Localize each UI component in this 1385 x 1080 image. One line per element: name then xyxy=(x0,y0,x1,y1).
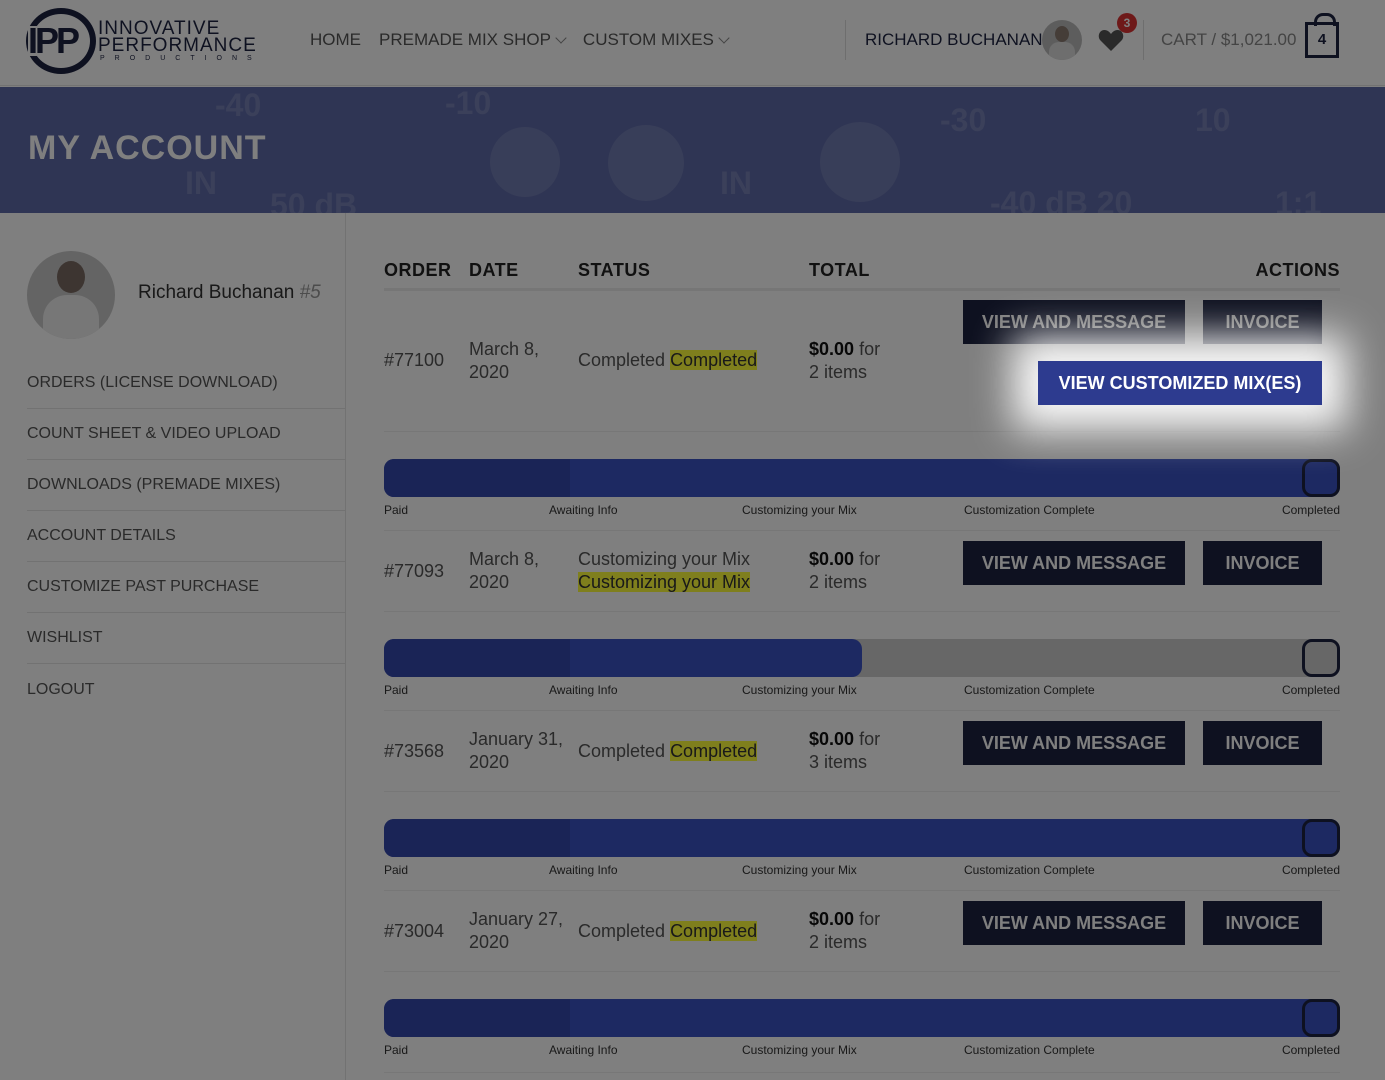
order-date: March 8, 2020 xyxy=(469,339,540,382)
invoice-button[interactable]: INVOICE xyxy=(1203,901,1322,945)
orders-table-header: ORDER DATE STATUS TOTAL ACTIONS xyxy=(384,258,1340,291)
order-number[interactable]: #73004 xyxy=(384,920,444,943)
row-divider xyxy=(384,431,1340,432)
invoice-button[interactable]: INVOICE xyxy=(1203,721,1322,765)
cart-link[interactable]: CART / $1,021.00 xyxy=(1161,30,1296,50)
progress-end-marker xyxy=(1302,639,1340,677)
view-and-message-button[interactable]: VIEW AND MESSAGE xyxy=(963,721,1185,765)
progress-end-marker xyxy=(1302,459,1340,497)
order-date: March 8, 2020 xyxy=(469,549,540,592)
table-row: #77093 March 8, 2020 Customizing your Mix… xyxy=(384,531,1340,611)
account-menu: ORDERS (LICENSE DOWNLOAD) COUNT SHEET & … xyxy=(27,358,345,715)
sidebar-item-logout[interactable]: LOGOUT xyxy=(27,664,345,715)
logo-line-2: PERFORMANCE xyxy=(98,35,257,56)
order-total: $0.00 for 2 items xyxy=(809,909,881,952)
page-title: MY ACCOUNT xyxy=(28,129,267,167)
sidebar-item-orders[interactable]: ORDERS (LICENSE DOWNLOAD) xyxy=(27,358,345,409)
page-hero: -40 -10 -30 10 IN IN -40 dB 20 1:1 50 dB… xyxy=(0,87,1385,213)
col-order: ORDER xyxy=(384,260,452,280)
avatar[interactable] xyxy=(1042,20,1082,60)
order-status: Customizing your Mix Customizing your Mix xyxy=(578,549,751,592)
order-number[interactable]: #73568 xyxy=(384,740,444,763)
wishlist-count-badge: 3 xyxy=(1117,13,1137,33)
site-logo[interactable]: IPP INNOVATIVE PERFORMANCE PRODUCTIONS xyxy=(26,8,276,74)
order-progress-bar xyxy=(384,999,1340,1037)
sidebar-item-customize-past[interactable]: CUSTOMIZE PAST PURCHASE xyxy=(27,562,345,613)
sidebar-item-account-details[interactable]: ACCOUNT DETAILS xyxy=(27,511,345,562)
account-link[interactable]: RICHARD BUCHANAN xyxy=(865,30,1043,50)
table-row: #73568 January 31, 2020 Completed Complet… xyxy=(384,711,1340,791)
order-number[interactable]: #77100 xyxy=(384,349,444,372)
col-date: DATE xyxy=(469,260,519,280)
wishlist-heart-icon[interactable] xyxy=(1098,28,1124,52)
row-divider xyxy=(384,611,1340,612)
logo-mark: IPP xyxy=(26,8,96,74)
sidebar-item-wishlist[interactable]: WISHLIST xyxy=(27,613,345,664)
view-and-message-button[interactable]: VIEW AND MESSAGE xyxy=(963,901,1185,945)
nav-custom-mixes[interactable]: CUSTOM MIXES xyxy=(583,30,730,50)
status-badge: Completed xyxy=(670,741,758,761)
progress-stages: Paid Awaiting Info Customizing your Mix … xyxy=(384,863,1340,877)
main-nav: HOME PREMADE MIX SHOP CUSTOM MIXES xyxy=(310,30,746,50)
order-total: $0.00 for 2 items xyxy=(809,339,881,382)
hero-knob-decoration xyxy=(608,125,684,201)
invoice-button[interactable]: INVOICE xyxy=(1203,541,1322,585)
account-name: Richard Buchanan #5 xyxy=(138,282,321,303)
status-badge: Customizing your Mix xyxy=(578,572,751,592)
order-number[interactable]: #77093 xyxy=(384,560,444,583)
row-divider xyxy=(384,971,1340,972)
site-header: IPP INNOVATIVE PERFORMANCE PRODUCTIONS H… xyxy=(0,0,1385,86)
order-status: Completed Completed xyxy=(578,741,758,761)
order-status: Completed Completed xyxy=(578,921,758,941)
progress-stages: Paid Awaiting Info Customizing your Mix … xyxy=(384,683,1340,697)
nav-home[interactable]: HOME xyxy=(310,30,361,50)
progress-end-marker xyxy=(1302,999,1340,1037)
progress-stages: Paid Awaiting Info Customizing your Mix … xyxy=(384,503,1340,517)
logo-line-3: PRODUCTIONS xyxy=(100,55,262,62)
account-sidebar: Richard Buchanan #5 ORDERS (LICENSE DOWN… xyxy=(0,213,346,1080)
header-divider xyxy=(1143,20,1144,60)
order-progress-bar xyxy=(384,639,1340,677)
col-total: TOTAL xyxy=(809,260,870,280)
view-and-message-button[interactable]: VIEW AND MESSAGE xyxy=(963,541,1185,585)
order-total: $0.00 for 3 items xyxy=(809,729,881,772)
order-progress-bar xyxy=(384,459,1340,497)
order-progress-bar xyxy=(384,819,1340,857)
table-row: #73004 January 27, 2020 Completed Complet… xyxy=(384,891,1340,971)
view-and-message-button[interactable]: VIEW AND MESSAGE xyxy=(963,300,1185,344)
progress-stages: Paid Awaiting Info Customizing your Mix … xyxy=(384,1043,1340,1057)
hero-knob-decoration xyxy=(820,122,900,202)
order-date: January 31, 2020 xyxy=(469,729,564,772)
avatar xyxy=(27,251,115,339)
account-id: #5 xyxy=(299,282,321,303)
status-badge: Completed xyxy=(670,350,758,370)
progress-end-marker xyxy=(1302,819,1340,857)
row-divider xyxy=(384,791,1340,792)
hero-knob-decoration xyxy=(490,127,560,197)
row-divider xyxy=(384,1072,1340,1073)
order-total: $0.00 for 2 items xyxy=(809,549,881,592)
sidebar-item-count-sheet[interactable]: COUNT SHEET & VIDEO UPLOAD xyxy=(27,409,345,460)
status-badge: Completed xyxy=(670,921,758,941)
header-divider xyxy=(845,20,846,60)
invoice-button[interactable]: INVOICE xyxy=(1203,300,1322,344)
order-date: January 27, 2020 xyxy=(469,909,564,952)
order-status: Completed Completed xyxy=(578,350,758,370)
chevron-down-icon xyxy=(718,32,730,44)
chevron-down-icon xyxy=(555,32,567,44)
cart-bag-icon[interactable]: 4 xyxy=(1305,13,1339,58)
col-actions: ACTIONS xyxy=(1255,260,1340,280)
col-status: STATUS xyxy=(578,260,651,280)
view-customized-mixes-button[interactable]: VIEW CUSTOMIZED MIX(ES) xyxy=(1038,361,1322,405)
sidebar-item-downloads[interactable]: DOWNLOADS (PREMADE MIXES) xyxy=(27,460,345,511)
nav-premade-mix-shop[interactable]: PREMADE MIX SHOP xyxy=(379,30,567,50)
